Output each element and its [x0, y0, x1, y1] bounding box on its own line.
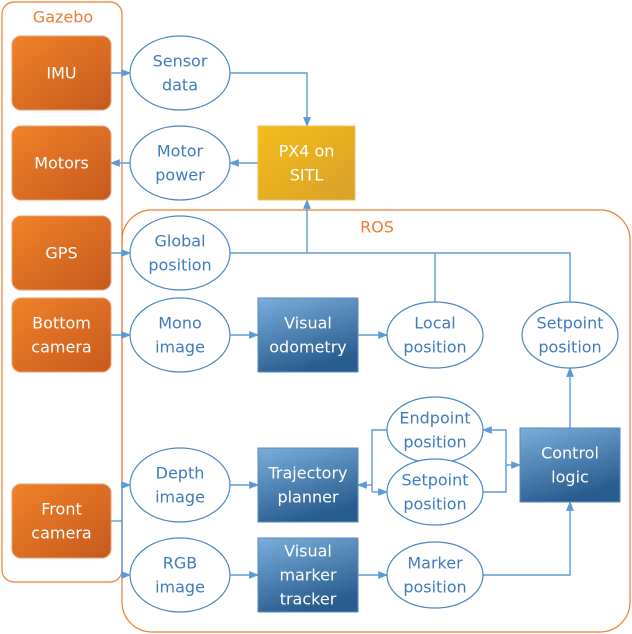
node-label: Motors [34, 154, 89, 173]
node-label: GPS [45, 244, 77, 263]
node-label: SITL [290, 166, 324, 185]
node-gps: GPS [11, 215, 112, 291]
node-setpoint-position: Setpoint position [386, 458, 484, 526]
node-depth-image: Depth image [129, 447, 231, 523]
node-label: Setpoint [401, 471, 468, 490]
node-visual-marker-tracker: Visual marker tracker [257, 537, 359, 613]
node-label: Mono [158, 314, 202, 333]
node-local-position: Local position [386, 301, 484, 369]
node-visual-odometry: Visual odometry [257, 297, 359, 373]
connector-arrow [482, 426, 507, 493]
node-label: position [538, 338, 601, 357]
node-bottom-camera: Bottom camera [11, 297, 112, 373]
node-label: Marker [407, 554, 463, 573]
node-label: Bottom [32, 314, 91, 333]
connector-arrow [230, 252, 571, 302]
node-label: Sensor [153, 52, 208, 71]
node-label: Depth [156, 464, 205, 483]
node-label: logic [551, 468, 589, 487]
node-label: odometry [269, 338, 346, 357]
node-label: Trajectory [268, 464, 348, 483]
node-label: image [155, 338, 205, 357]
node-px4: PX4 on SITL [257, 125, 356, 201]
node-mono-image: Mono image [129, 297, 231, 373]
node-label: Global [154, 232, 205, 251]
node-label: position [403, 338, 466, 357]
node-marker-position: Marker position [386, 541, 484, 609]
node-global-position: Global position [129, 215, 231, 291]
node-label: power [155, 166, 205, 185]
node-label: IMU [46, 64, 76, 83]
node-rgb-image: RGB image [129, 537, 231, 613]
node-label: position [403, 433, 466, 452]
node-label: Setpoint [536, 314, 603, 333]
connector-arrow [483, 501, 574, 576]
node-label: tracker [280, 590, 337, 609]
node-label: Motor [157, 142, 204, 161]
connector-arrow [230, 72, 311, 127]
node-label: position [403, 578, 466, 597]
node-endpoint-position: Endpoint position [386, 396, 484, 464]
node-label: PX4 on [279, 142, 335, 161]
node-label: Local [414, 314, 455, 333]
gazebo-label: Gazebo [33, 8, 93, 27]
node-motor-power: Motor power [129, 125, 231, 201]
node-label: RGB [163, 554, 198, 573]
node-label: data [162, 76, 198, 95]
node-label: camera [31, 338, 91, 357]
node-label: Visual [284, 542, 332, 561]
node-label: Visual [284, 314, 332, 333]
ros-label: ROS [360, 218, 394, 237]
node-label: image [155, 578, 205, 597]
node-label: position [403, 495, 466, 514]
node-label: Endpoint [399, 409, 470, 428]
node-trajectory-planner: Trajectory planner [257, 447, 359, 523]
node-label: planner [277, 488, 339, 507]
node-front-camera: Front camera [11, 483, 112, 559]
connector-arrow [371, 429, 387, 492]
node-label: position [148, 256, 211, 275]
node-label: Front [41, 500, 81, 519]
node-sensor-data: Sensor data [129, 35, 231, 111]
node-label: image [155, 488, 205, 507]
node-imu: IMU [11, 35, 112, 111]
node-control-logic: Control logic [519, 427, 621, 503]
node-motors: Motors [11, 125, 112, 201]
system-diagram: Gazebo ROS IMUMotorsGPSBottomcameraFront… [1, 1, 631, 633]
node-label: Control [541, 444, 599, 463]
node-label: camera [31, 524, 91, 543]
node-label: marker [279, 566, 337, 585]
node-setpoint-position-top: Setpoint position [521, 301, 619, 369]
